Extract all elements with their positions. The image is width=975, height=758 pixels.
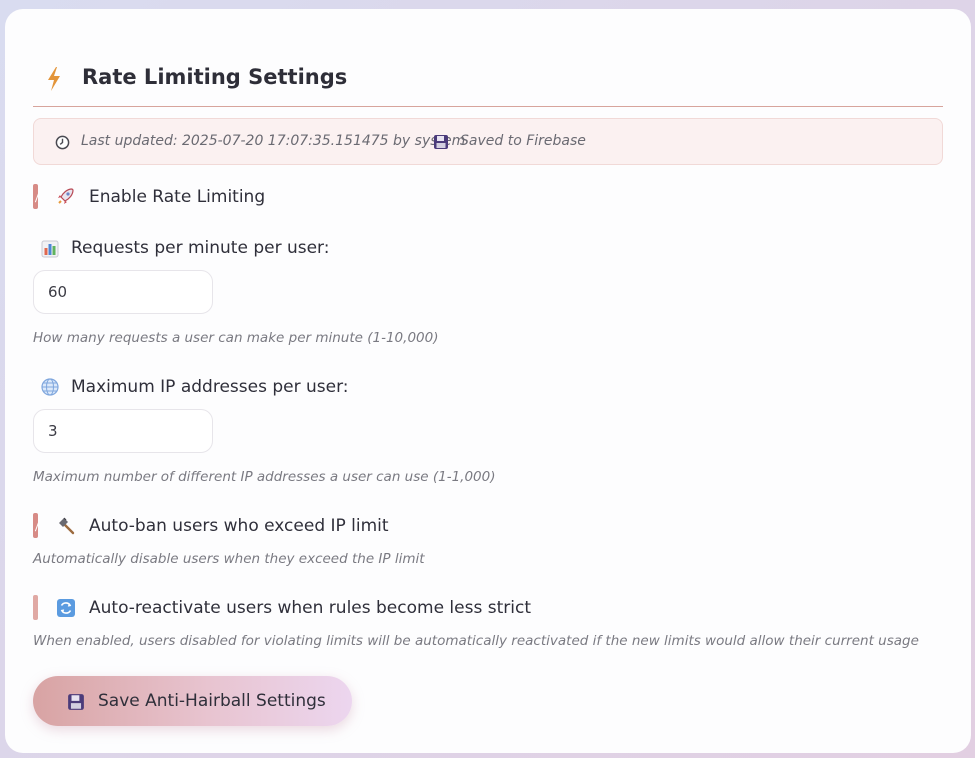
requests-per-minute-help: How many requests a user can make per mi…	[33, 330, 439, 346]
checkmark-icon	[32, 518, 40, 532]
enable-rate-limiting-checkbox[interactable]	[32, 184, 40, 209]
saved-status-text: Saved to Firebase	[460, 133, 586, 149]
requests-per-minute-label: Requests per minute per user:	[71, 238, 330, 258]
max-ip-help: Maximum number of different IP addresses…	[33, 469, 496, 485]
auto-reactivate-help: When enabled, users disabled for violati…	[33, 633, 919, 649]
rocket-icon	[58, 188, 74, 204]
page-title: Rate Limiting Settings	[82, 65, 348, 89]
floppy-disk-icon	[434, 135, 448, 149]
clock-icon	[55, 135, 70, 150]
save-settings-button[interactable]: Save Anti-Hairball Settings	[33, 676, 352, 726]
refresh-icon	[57, 599, 75, 617]
hammer-icon	[59, 517, 75, 535]
floppy-disk-icon	[68, 694, 84, 710]
checkmark-icon	[32, 189, 40, 203]
max-ip-input[interactable]	[33, 409, 213, 453]
max-ip-label: Maximum IP addresses per user:	[71, 377, 349, 397]
lightning-icon	[48, 67, 60, 91]
settings-card: Rate Limiting Settings Last updated: 202…	[5, 9, 971, 753]
save-settings-button-label: Save Anti-Hairball Settings	[98, 691, 326, 711]
auto-reactivate-checkbox[interactable]	[33, 595, 38, 620]
enable-rate-limiting-label: Enable Rate Limiting	[89, 187, 266, 207]
requests-per-minute-input[interactable]	[33, 270, 213, 314]
bar-chart-icon	[41, 240, 59, 258]
last-updated-text: Last updated: 2025-07-20 17:07:35.151475…	[81, 133, 466, 149]
auto-ban-label: Auto-ban users who exceed IP limit	[89, 516, 389, 536]
auto-ban-checkbox[interactable]	[32, 513, 40, 538]
auto-ban-help: Automatically disable users when they ex…	[33, 551, 425, 567]
last-updated-banner: Last updated: 2025-07-20 17:07:35.151475…	[33, 118, 943, 165]
auto-reactivate-label: Auto-reactivate users when rules become …	[89, 598, 531, 618]
section-header: Rate Limiting Settings	[33, 63, 943, 107]
globe-icon	[41, 378, 59, 396]
